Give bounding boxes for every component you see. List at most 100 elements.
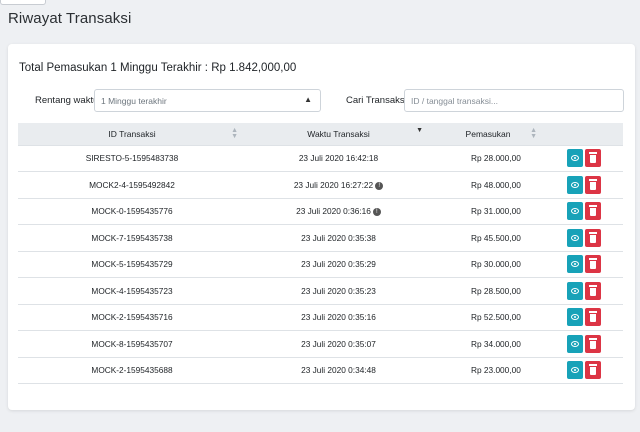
eye-icon [571,287,579,294]
transaction-amount: Rp 28.000,00 [431,145,545,172]
transaction-table: ID Transaksi ▲ ▼ Waktu Transaksi ▼ Pemasu… [18,123,623,388]
trash-icon [589,284,597,296]
info-icon[interactable]: ! [372,208,381,217]
transaction-time-text: 23 Juli 2020 0:34:48 [301,365,376,376]
transaction-time: 23 Juli 2020 0:35:38 [246,224,431,252]
transaction-time-text: 23 Juli 2020 0:35:16 [301,312,376,323]
row-actions [545,171,623,199]
view-button[interactable] [567,361,583,380]
column-header-amount[interactable]: Pemasukan ▲ ▼ [431,123,545,146]
trash-icon [589,178,597,190]
transaction-amount: Rp 45.500,00 [431,224,545,252]
transaction-time: 23 Juli 2020 0:35:16 [246,304,431,331]
trash-icon [589,152,597,164]
trash-icon [589,337,597,349]
delete-button[interactable] [585,361,601,380]
transaction-id: MOCK-8-1595435707 [18,330,246,358]
sort-desc-icon: ▼ [416,127,423,134]
transaction-time-text: 23 Juli 2020 0:35:38 [301,232,376,243]
trash-icon [589,364,597,376]
eye-icon [571,340,579,347]
transaction-amount: Rp 28.500,00 [431,277,545,305]
eye-icon [571,234,579,241]
window-tab [0,0,46,5]
row-actions [545,224,623,252]
eye-icon [571,261,579,268]
transaction-id: MOCK-5-1595435729 [18,251,246,278]
transaction-card: Total Pemasukan 1 Minggu Terakhir : Rp 1… [8,44,635,410]
transaction-amount: Rp 31.000,00 [431,198,545,225]
transaction-time: 23 Juli 2020 0:35:29 [246,251,431,278]
transaction-time-text: 23 Juli 2020 0:36:16 [296,206,371,217]
table-row: MOCK-0-1595435776 23 Juli 2020 0:36:16! Rp… [18,198,623,225]
transaction-id: MOCK2-4-1595492842 [18,171,246,199]
delete-button[interactable] [585,202,601,221]
view-button[interactable] [567,308,583,327]
view-button[interactable] [567,202,583,221]
delete-button[interactable] [585,255,601,274]
delete-button[interactable] [585,334,601,353]
delete-button[interactable] [585,228,601,247]
view-button[interactable] [567,255,583,274]
transaction-amount: Rp 30.000,00 [431,251,545,278]
table-row: MOCK-8-1595435707 23 Juli 2020 0:35:07 Rp … [18,330,623,358]
transaction-id: MOCK-7-1595435738 [18,224,246,252]
transaction-time-text: 23 Juli 2020 16:27:22 [293,179,374,190]
transaction-time-text: 23 Juli 2020 0:35:07 [301,338,376,349]
page-title: Riwayat Transaksi [8,10,132,27]
eye-icon [571,181,579,188]
transaction-amount: Rp 48.000,00 [431,171,545,199]
transaction-time-text: 23 Juli 2020 16:42:18 [298,153,379,164]
table-row: MOCK-2-1595435688 23 Juli 2020 0:34:48 Rp … [18,357,623,384]
transaction-amount: Rp 34.000,00 [431,330,545,358]
eye-icon [571,367,579,374]
table-row: MOCK-4-1595435723 23 Juli 2020 0:35:23 Rp … [18,277,623,305]
row-actions [545,198,623,225]
column-header-actions [545,123,623,146]
search-label: Cari Transaksi [346,95,407,106]
table-row: MOCK-7-1595435738 23 Juli 2020 0:35:38 Rp … [18,224,623,252]
row-actions [545,277,623,305]
eye-icon [571,208,579,215]
trash-icon [589,231,597,243]
chevron-updown-icon: ▲ [304,95,312,104]
row-actions [545,304,623,331]
trash-icon [589,311,597,323]
transaction-time: 23 Juli 2020 0:35:07 [246,330,431,358]
column-header-id[interactable]: ID Transaksi ▲ ▼ [18,123,246,146]
transaction-time-text: 23 Juli 2020 0:35:29 [301,259,376,270]
table-row: MOCK-2-1595435716 23 Juli 2020 0:35:16 Rp … [18,304,623,331]
delete-button[interactable] [585,281,601,300]
column-header-time[interactable]: Waktu Transaksi ▼ [246,123,431,146]
search-placeholder: ID / tanggal transaksi... [411,96,498,106]
view-button[interactable] [567,334,583,353]
view-button[interactable] [567,228,583,247]
transaction-amount: Rp 52.500,00 [431,304,545,331]
sort-icon: ▲ ▼ [530,127,537,140]
total-income-label: Total Pemasukan 1 Minggu Terakhir : Rp 1… [19,62,297,74]
transaction-time: 23 Juli 2020 0:35:23 [246,277,431,305]
delete-button[interactable] [585,175,601,194]
trash-icon [589,258,597,270]
view-button[interactable] [567,281,583,300]
transaction-amount: Rp 23.000,00 [431,357,545,384]
table-row: MOCK2-4-1595492842 23 Juli 2020 16:27:22!… [18,171,623,199]
view-button[interactable] [567,175,583,194]
range-label: Rentang waktu [35,95,99,106]
column-header-id-label: ID Transaksi [108,128,156,139]
search-input[interactable]: ID / tanggal transaksi... [404,89,624,112]
transaction-id: MOCK-0-1595435776 [18,198,246,225]
delete-button[interactable] [585,308,601,327]
row-actions [545,357,623,384]
eye-icon [571,155,579,162]
eye-icon [571,314,579,321]
transaction-time: 23 Juli 2020 0:34:48 [246,357,431,384]
range-select[interactable]: 1 Minggu terakhir ▲ [94,89,321,112]
row-actions [545,330,623,358]
delete-button[interactable] [585,149,601,168]
transaction-time: 23 Juli 2020 0:36:16! [246,198,431,225]
info-icon[interactable]: ! [375,181,384,190]
transaction-id: MOCK-2-1595435716 [18,304,246,331]
view-button[interactable] [567,149,583,168]
transaction-id: SIRESTO-5-1595483738 [18,145,246,172]
